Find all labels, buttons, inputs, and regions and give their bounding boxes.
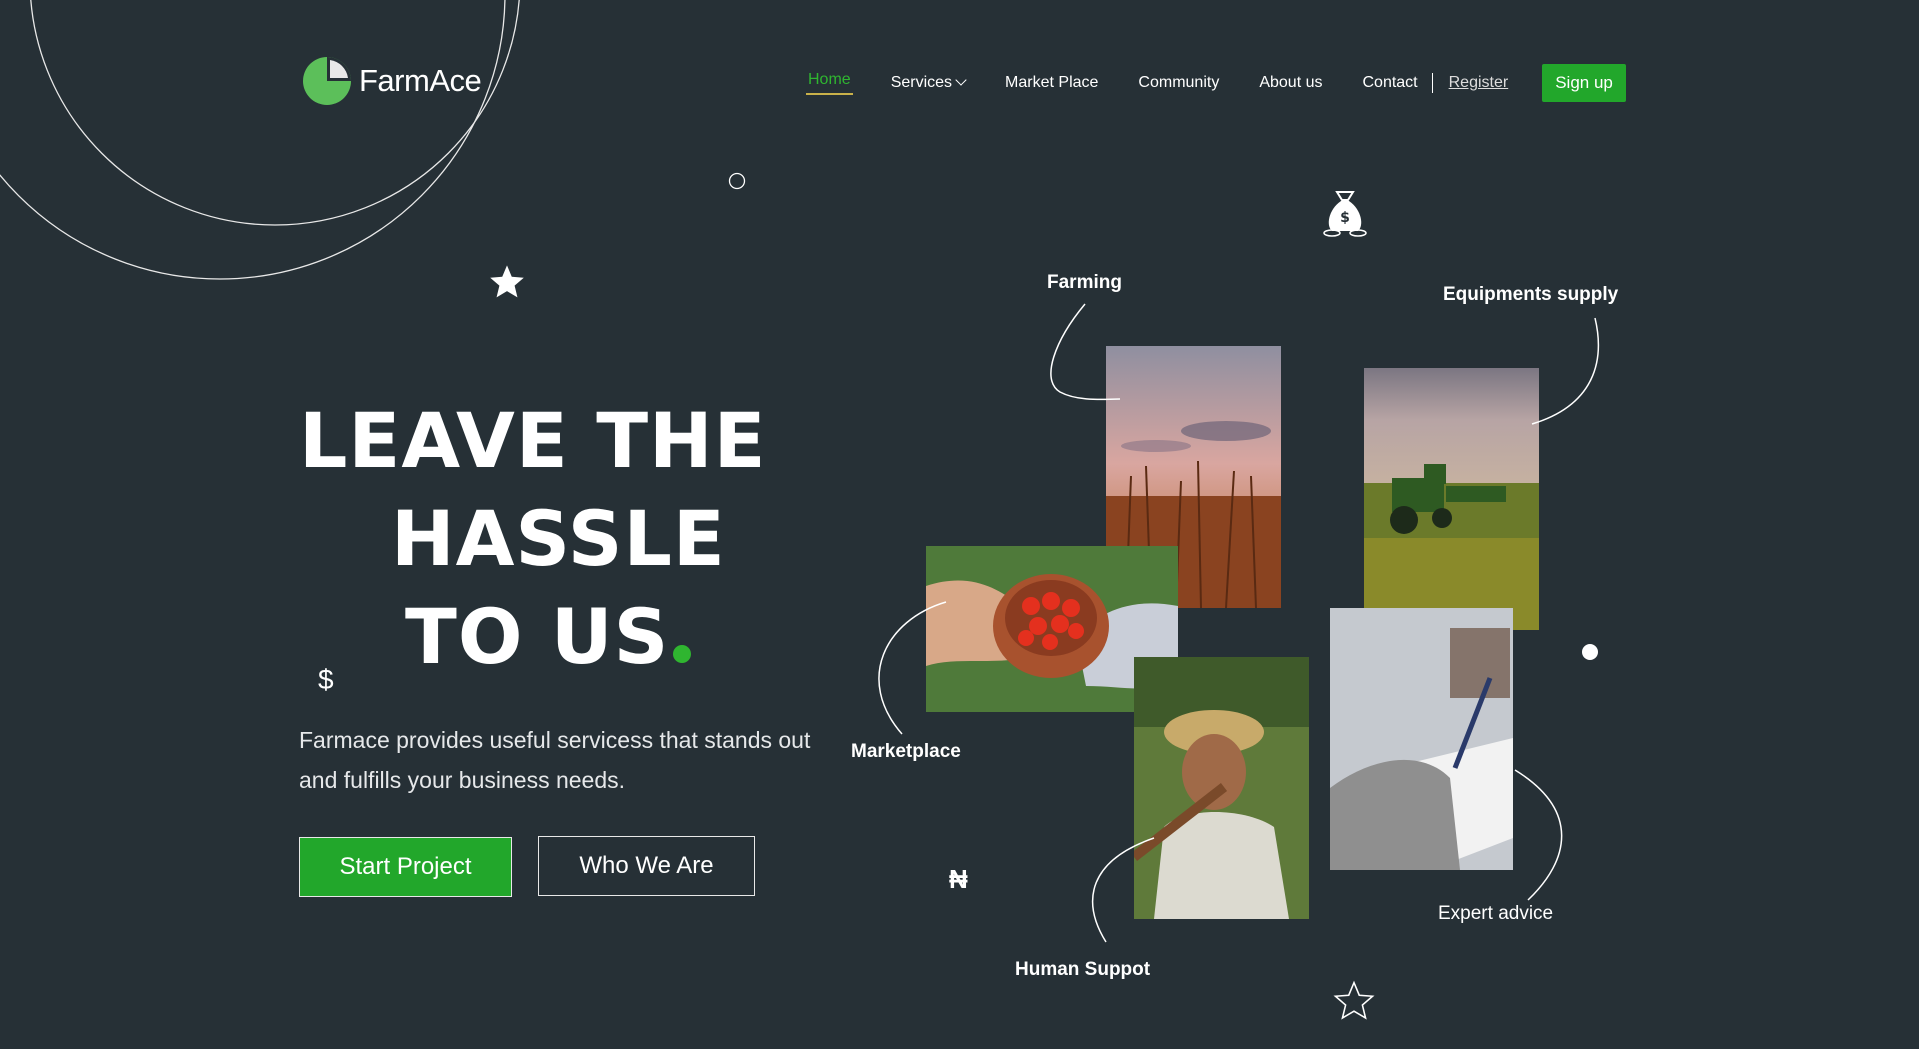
hero-line-2: HASSLE bbox=[391, 494, 726, 583]
brand-name: FarmAce bbox=[359, 63, 482, 98]
equipment-photo bbox=[1364, 368, 1539, 630]
nav-community[interactable]: Community bbox=[1138, 74, 1219, 92]
circle-outline-icon bbox=[728, 172, 746, 190]
who-we-are-button[interactable]: Who We Are bbox=[538, 836, 755, 896]
nav-contact[interactable]: Contact bbox=[1362, 74, 1417, 92]
nav-divider bbox=[1431, 73, 1433, 93]
nav-about[interactable]: About us bbox=[1259, 74, 1322, 92]
hero-heading: LEAVE THE HASSLE TO US bbox=[299, 392, 779, 686]
svg-text:$: $ bbox=[1340, 210, 1350, 226]
hero-line-3-text: TO US bbox=[405, 592, 670, 681]
nav-marketplace[interactable]: Market Place bbox=[1005, 74, 1098, 92]
main-nav: Home Services Market Place Community Abo… bbox=[806, 64, 1626, 102]
logo-icon bbox=[303, 57, 351, 105]
chevron-down-icon bbox=[955, 74, 967, 86]
nav-register[interactable]: Register bbox=[1449, 74, 1509, 92]
nav-home[interactable]: Home bbox=[806, 71, 853, 95]
label-equipment: Equipments supply bbox=[1443, 284, 1619, 305]
label-marketplace: Marketplace bbox=[851, 741, 961, 762]
star-outline-icon bbox=[1333, 980, 1375, 1020]
hero-line-1: LEAVE THE bbox=[299, 396, 767, 485]
naira-symbol: ₦ bbox=[949, 864, 968, 894]
money-bag-icon: $ bbox=[1323, 191, 1367, 237]
label-farming: Farming bbox=[1047, 272, 1122, 293]
human-support-photo bbox=[1134, 657, 1309, 919]
accent-dot bbox=[673, 645, 692, 663]
label-expert-advice: Expert advice bbox=[1438, 903, 1554, 924]
nav-services-label: Services bbox=[890, 74, 953, 91]
dot-icon bbox=[1582, 644, 1598, 660]
expert-advice-photo bbox=[1330, 608, 1513, 870]
start-project-button[interactable]: Start Project bbox=[299, 837, 512, 897]
label-human-support: Human Suppot bbox=[1015, 959, 1151, 980]
brand-logo[interactable]: FarmAce bbox=[302, 56, 482, 106]
hero-description: Farmace provides useful servicess that s… bbox=[299, 727, 811, 793]
hero-line-3: TO US bbox=[299, 588, 779, 686]
nav-services[interactable]: Services bbox=[890, 74, 967, 92]
star-filled-icon bbox=[490, 265, 524, 298]
signup-button[interactable]: Sign up bbox=[1542, 64, 1626, 102]
